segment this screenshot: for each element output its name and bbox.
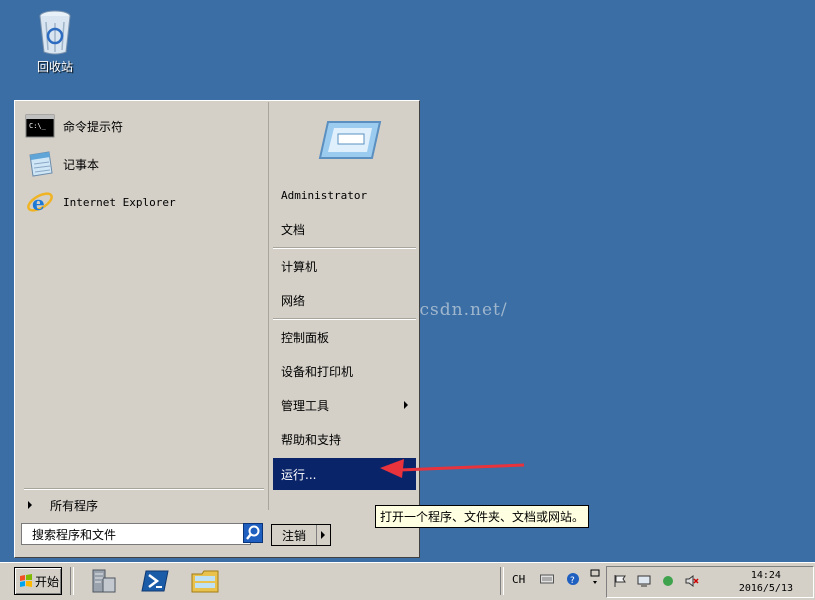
divider: [273, 318, 416, 320]
user-picture-icon: [318, 121, 382, 159]
svg-text:C:\_: C:\_: [29, 122, 47, 130]
network-icon[interactable]: [637, 574, 651, 588]
ie-icon: e: [27, 191, 53, 215]
control-panel-item[interactable]: 控制面板: [273, 322, 416, 352]
all-programs-label: 所有程序: [50, 498, 99, 513]
divider: [24, 488, 264, 490]
help-support-item[interactable]: 帮助和支持: [273, 424, 416, 454]
submenu-arrow-icon: [404, 401, 408, 409]
pinned-item-notepad[interactable]: 记事本: [25, 149, 261, 179]
speaker-muted-icon[interactable]: [685, 574, 699, 588]
pinned-item-ie[interactable]: e Internet Explorer: [25, 187, 261, 217]
system-tray: 14:24 2016/5/13: [606, 566, 814, 598]
clock-time: 14:24: [750, 570, 781, 581]
divider: [500, 567, 504, 595]
recycle-bin[interactable]: 回收站: [26, 8, 84, 75]
admin-tools-label: 管理工具: [281, 398, 330, 413]
keyboard-icon[interactable]: [540, 573, 554, 587]
clock-date: 2016/5/13: [738, 583, 793, 594]
svg-text:e: e: [32, 191, 45, 215]
computer-item[interactable]: 计算机: [273, 251, 416, 281]
search-button[interactable]: [243, 523, 263, 543]
triangle-right-icon: [28, 501, 32, 509]
pinned-item-label: 命令提示符: [63, 119, 124, 134]
clock[interactable]: 14:24 2016/5/13: [739, 569, 793, 595]
run-tooltip: 打开一个程序、文件夹、文档或网站。: [375, 505, 590, 528]
language-indicator[interactable]: CH: [512, 573, 525, 586]
server-manager-icon[interactable]: [88, 566, 118, 596]
pinned-item-label: 记事本: [63, 157, 100, 172]
start-menu-right-pane: Administrator 文档 计算机 网络 控制面板 设备和打印机 管理工具…: [270, 102, 417, 555]
red-arrow-annotation: [380, 459, 525, 478]
flag-icon[interactable]: [613, 574, 627, 588]
start-menu-left-pane: C:\_ 命令提示符 记事本 e Internet Explorer 所有程序: [16, 102, 269, 513]
documents-item[interactable]: 文档: [273, 214, 416, 244]
cmd-icon: C:\_: [25, 114, 55, 138]
admin-tools-item[interactable]: 管理工具: [273, 390, 416, 420]
triangle-right-icon: [321, 531, 325, 539]
logoff-label: 注销: [272, 525, 317, 545]
svg-text:?: ?: [570, 576, 575, 586]
recycle-bin-icon: [39, 10, 71, 55]
notepad-icon: [29, 151, 53, 177]
help-icon[interactable]: ?: [566, 572, 580, 586]
taskbar: 开始 CH ? 14:24 2016/5/13: [0, 562, 815, 600]
explorer-icon[interactable]: [190, 566, 220, 596]
windows-logo-icon: [20, 574, 32, 587]
start-menu: C:\_ 命令提示符 记事本 e Internet Explorer 所有程序: [14, 100, 420, 558]
divider: [70, 567, 74, 595]
start-label: 开始: [35, 574, 60, 589]
logoff-options-button[interactable]: [317, 531, 329, 539]
search-input[interactable]: 搜索程序和文件: [21, 523, 251, 545]
user-name-item[interactable]: Administrator: [273, 180, 416, 210]
ime-options-icon[interactable]: [590, 569, 604, 584]
devices-printers-item[interactable]: 设备和打印机: [273, 356, 416, 386]
logoff-button[interactable]: 注销: [271, 524, 331, 546]
pinned-item-label: Internet Explorer: [63, 195, 176, 209]
divider: [273, 247, 416, 249]
security-icon[interactable]: [661, 574, 675, 588]
search-icon: [246, 525, 260, 540]
network-item[interactable]: 网络: [273, 285, 416, 315]
powershell-icon[interactable]: [140, 566, 170, 596]
recycle-bin-label: 回收站: [36, 60, 73, 74]
start-button[interactable]: 开始: [14, 567, 62, 595]
pinned-item-cmd[interactable]: C:\_ 命令提示符: [25, 111, 261, 141]
all-programs-button[interactable]: 所有程序: [24, 494, 264, 516]
